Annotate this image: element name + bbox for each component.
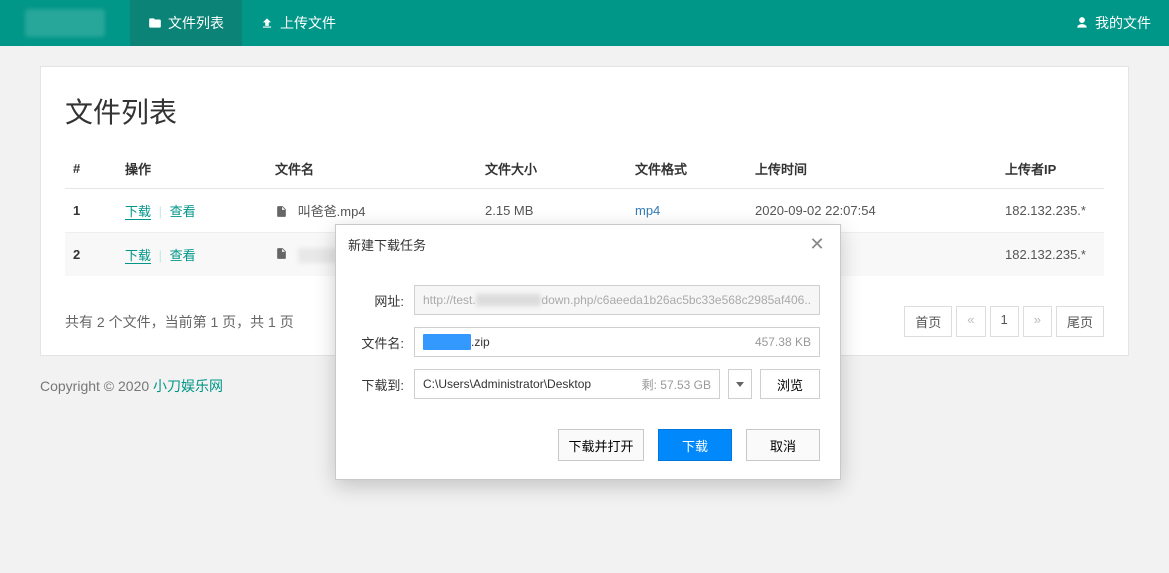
dialog-footer: 下载并打开 下载 取消 (336, 415, 840, 479)
th-size: 文件大小 (477, 149, 627, 189)
filename-input[interactable]: .zip 457.38 KB (414, 327, 820, 357)
url-input[interactable]: http://test. down.php/c6aeeda1b26ac5bc33… (414, 285, 820, 315)
download-link[interactable]: 下载 (125, 248, 151, 264)
label-filename: 文件名: (356, 333, 404, 352)
saveto-dropdown[interactable] (728, 369, 752, 399)
th-uploaded: 上传时间 (747, 149, 997, 189)
page-next[interactable]: » (1023, 306, 1052, 337)
cell-ip: 182.132.235.* (997, 233, 1104, 277)
close-icon[interactable]: ✕ (806, 233, 828, 255)
cell-num: 2 (65, 233, 117, 277)
nav-upload[interactable]: 上传文件 (242, 0, 354, 46)
page-num[interactable]: 1 (990, 306, 1019, 337)
cell-num: 1 (65, 189, 117, 233)
nav-my-files-label: 我的文件 (1095, 13, 1151, 33)
th-num: # (65, 149, 117, 189)
file-icon (275, 205, 288, 218)
cell-ip: 182.132.235.* (997, 189, 1104, 233)
cell-ops: 下载 | 查看 (117, 233, 267, 277)
file-icon (275, 247, 288, 260)
saveto-remain: 剩: 57.53 GB (642, 376, 711, 393)
view-link[interactable]: 查看 (170, 204, 196, 219)
th-ops: 操作 (117, 149, 267, 189)
page-prev[interactable]: « (956, 306, 985, 337)
th-name: 文件名 (267, 149, 477, 189)
row-filename: 文件名: .zip 457.38 KB (356, 327, 820, 357)
nav-file-list-label: 文件列表 (168, 13, 224, 33)
th-ip: 上传者IP (997, 149, 1104, 189)
table-header-row: # 操作 文件名 文件大小 文件格式 上传时间 上传者IP (65, 149, 1104, 189)
ops-sep: | (155, 248, 166, 263)
download-dialog: 新建下载任务 ✕ 网址: http://test. down.php/c6aee… (335, 224, 841, 480)
download-link[interactable]: 下载 (125, 204, 151, 220)
saveto-input[interactable]: C:\Users\Administrator\Desktop 剩: 57.53 … (414, 369, 720, 399)
filename-suffix: .zip (471, 335, 490, 349)
url-prefix: http://test. (423, 293, 476, 307)
row-url: 网址: http://test. down.php/c6aeeda1b26ac5… (356, 285, 820, 315)
view-link[interactable]: 查看 (170, 248, 196, 263)
cancel-button[interactable]: 取消 (746, 429, 820, 461)
copyright-prefix: Copyright © 2020 (40, 378, 153, 394)
download-and-open-button[interactable]: 下载并打开 (558, 429, 644, 461)
browse-button[interactable]: 浏览 (760, 369, 820, 399)
chevron-down-icon (736, 382, 744, 387)
row-saveto: 下载到: C:\Users\Administrator\Desktop 剩: 5… (356, 369, 820, 399)
summary-text: 共有 2 个文件，当前第 1 页，共 1 页 (65, 312, 294, 332)
dialog-title: 新建下载任务 (348, 235, 426, 254)
th-format: 文件格式 (627, 149, 747, 189)
brand-blur (25, 9, 105, 37)
cell-ops: 下载 | 查看 (117, 189, 267, 233)
saveto-wrap: C:\Users\Administrator\Desktop 剩: 57.53 … (414, 369, 820, 399)
saveto-path: C:\Users\Administrator\Desktop (423, 377, 591, 391)
brand-logo (0, 0, 130, 46)
folder-open-icon (148, 16, 162, 30)
filename-selection (423, 334, 471, 350)
top-navbar: 文件列表 上传文件 我的文件 (0, 0, 1169, 46)
url-suffix: down.php/c6aeeda1b26ac5bc33e568c2985af40… (541, 293, 811, 307)
page-last[interactable]: 尾页 (1056, 306, 1104, 337)
dialog-header: 新建下载任务 ✕ (336, 225, 840, 263)
nav-upload-label: 上传文件 (280, 13, 336, 33)
nav-my-files[interactable]: 我的文件 (1057, 0, 1169, 46)
page-title: 文件列表 (65, 91, 1104, 131)
dialog-body: 网址: http://test. down.php/c6aeeda1b26ac5… (336, 263, 840, 415)
copyright-link[interactable]: 小刀娱乐网 (153, 378, 223, 394)
nav-file-list[interactable]: 文件列表 (130, 0, 242, 46)
format-link[interactable]: mp4 (635, 203, 660, 218)
download-button[interactable]: 下载 (658, 429, 732, 461)
label-saveto: 下载到: (356, 375, 404, 394)
filename-size: 457.38 KB (755, 335, 811, 349)
file-name: 叫爸爸.mp4 (298, 204, 366, 219)
label-url: 网址: (356, 291, 404, 310)
url-blur (476, 294, 542, 306)
ops-sep: | (155, 204, 166, 219)
user-icon (1075, 16, 1089, 30)
pagination: 首页 « 1 » 尾页 (904, 306, 1104, 337)
filename-selection-blur (427, 335, 467, 349)
upload-icon (260, 16, 274, 30)
page-first[interactable]: 首页 (904, 306, 952, 337)
